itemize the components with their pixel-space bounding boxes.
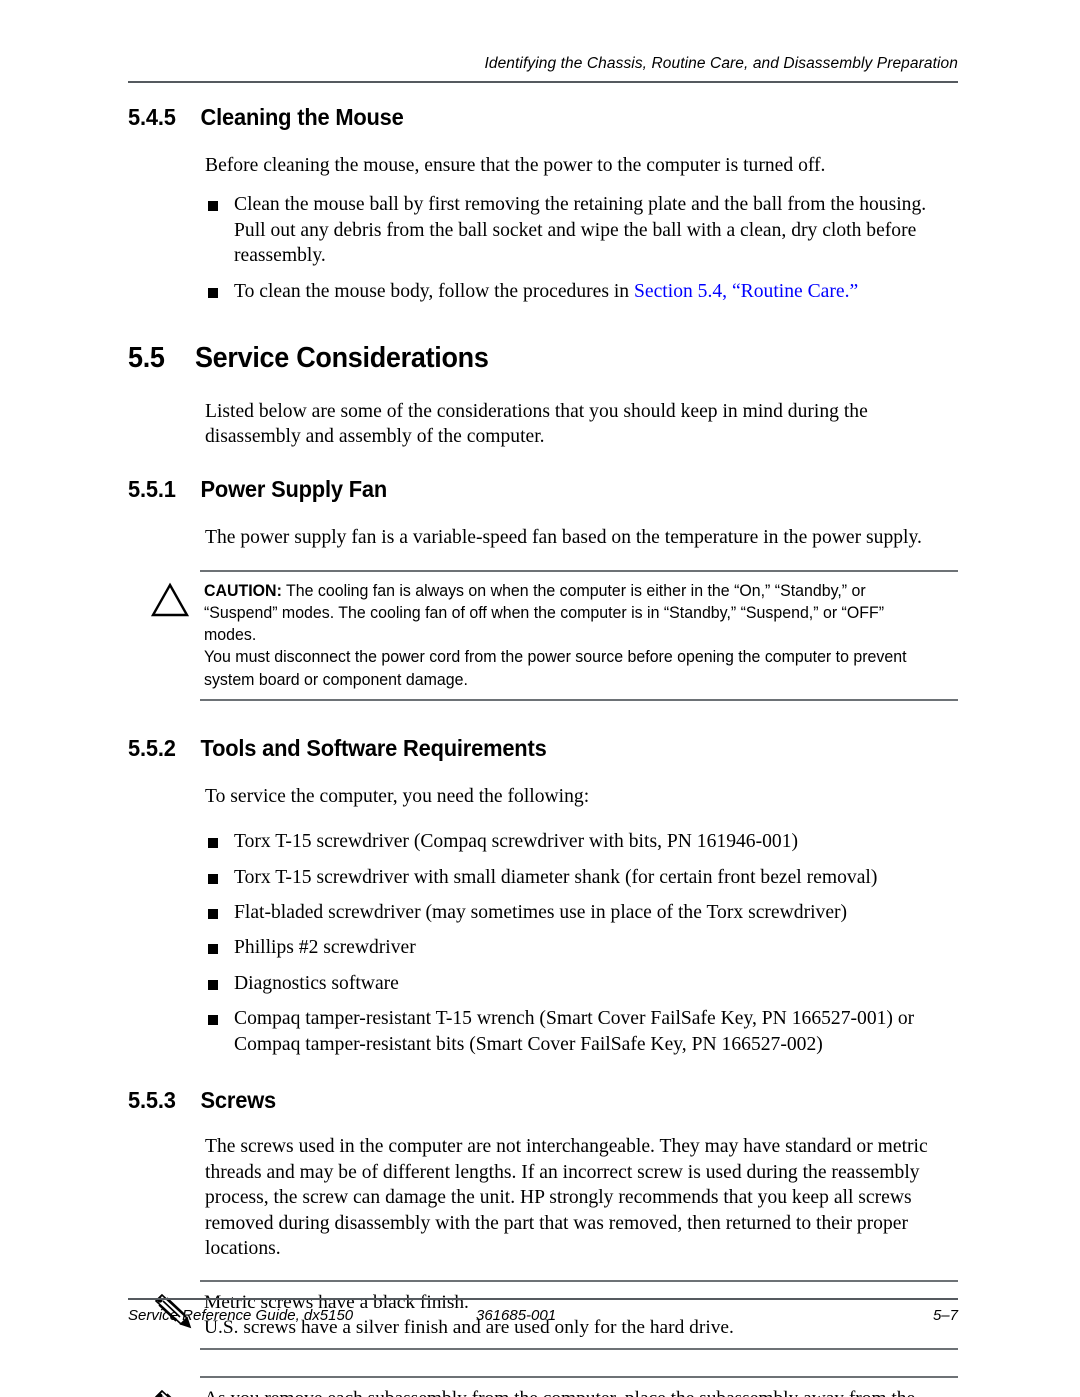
note-2-body: As you remove each subassembly from the … xyxy=(128,1378,958,1397)
page-content: 5.4.5 Cleaning the Mouse Before cleaning … xyxy=(128,104,958,1397)
paragraph-5-5-2-intro: To service the computer, you need the fo… xyxy=(205,785,590,807)
cross-reference-link[interactable]: Section 5.4, “Routine Care.” xyxy=(634,281,858,302)
list-item: Compaq tamper-resistant T-15 wrench (Sma… xyxy=(205,1006,958,1057)
note-2-text-block: As you remove each subassembly from the … xyxy=(204,1386,958,1397)
heading-5-5-1-title: Power Supply Fan xyxy=(200,475,388,502)
list-item: To clean the mouse body, follow the proc… xyxy=(205,279,958,304)
caution-text-block: CAUTION: The cooling fan is always on wh… xyxy=(204,580,928,690)
footer-guide-title: Service Reference Guide, dx5150 xyxy=(128,1307,354,1324)
note-2-text: As you remove each subassembly from the … xyxy=(204,1386,958,1397)
section-5-5-3-body: The screws used in the computer are not … xyxy=(205,1134,958,1261)
list-item: Phillips #2 screwdriver xyxy=(205,935,958,960)
caution-label: CAUTION: xyxy=(204,581,282,601)
heading-5-5-2: 5.5.2 Tools and Software Requirements xyxy=(128,735,900,762)
caution-paragraph-2: You must disconnect the power cord from … xyxy=(204,647,907,689)
heading-5-5-3-title: Screws xyxy=(200,1087,277,1114)
heading-5-5-3: 5.5.3 Screws xyxy=(128,1087,900,1114)
bullet-list-5-5-2: Torx T-15 screwdriver (Compaq screwdrive… xyxy=(205,829,958,1057)
heading-5-4-5-number: 5.4.5 xyxy=(128,104,176,130)
paragraph-5-5-1-intro: The power supply fan is a variable-speed… xyxy=(205,526,922,548)
warning-triangle-icon xyxy=(150,582,194,622)
heading-5-5: 5.5 Service Considerations xyxy=(128,342,900,374)
note-1-bottom-rule xyxy=(200,1348,958,1351)
pencil-note-icon xyxy=(150,1388,194,1397)
caution-paragraph-1: The cooling fan is always on when the co… xyxy=(204,581,885,645)
list-item: Clean the mouse ball by first removing t… xyxy=(205,192,958,268)
list-item-text: To clean the mouse body, follow the proc… xyxy=(234,280,635,302)
header-divider-rule xyxy=(128,81,958,83)
caution-notice: CAUTION: The cooling fan is always on wh… xyxy=(128,570,958,701)
heading-5-5-3-number: 5.5.3 xyxy=(128,1087,176,1114)
list-item: Flat-bladed screwdriver (may sometimes u… xyxy=(205,900,958,925)
heading-5-5-2-title: Tools and Software Requirements xyxy=(200,734,547,761)
heading-5-5-1-number: 5.5.1 xyxy=(128,475,176,502)
list-item: Torx T-15 screwdriver (Compaq screwdrive… xyxy=(205,829,958,854)
caution-bottom-rule xyxy=(200,698,958,701)
heading-5-4-5: 5.4.5 Cleaning the Mouse xyxy=(128,104,900,131)
page-footer: Service Reference Guide, dx5150 361685-0… xyxy=(128,1307,958,1331)
paragraph-5-5-3-intro: The screws used in the computer are not … xyxy=(205,1136,928,1260)
section-5-5-2-body: To service the computer, you need the fo… xyxy=(205,784,958,809)
list-item: Torx T-15 screwdriver with small diamete… xyxy=(205,865,958,890)
note-notice-2: As you remove each subassembly from the … xyxy=(128,1376,958,1397)
caution-body: CAUTION: The cooling fan is always on wh… xyxy=(128,572,958,698)
footer-divider-rule xyxy=(128,1298,958,1300)
paragraph-5-5-intro: Listed below are some of the considerati… xyxy=(205,400,868,448)
document-page: Identifying the Chassis, Routine Care, a… xyxy=(0,0,1080,1397)
section-5-5-body: Listed below are some of the considerati… xyxy=(205,399,958,450)
footer-page-number: 5–7 xyxy=(932,1307,958,1324)
section-5-4-5-body: Before cleaning the mouse, ensure that t… xyxy=(205,153,958,178)
heading-5-5-1: 5.5.1 Power Supply Fan xyxy=(128,476,900,503)
heading-5-4-5-title: Cleaning the Mouse xyxy=(200,104,404,130)
list-item: Diagnostics software xyxy=(205,971,958,996)
bullet-list-5-4-5: Clean the mouse ball by first removing t… xyxy=(205,192,958,304)
section-5-5-1-body: The power supply fan is a variable-speed… xyxy=(205,525,958,550)
heading-5-5-title: Service Considerations xyxy=(194,342,489,375)
footer-part-number: 361685-001 xyxy=(476,1307,557,1324)
running-header-title: Identifying the Chassis, Routine Care, a… xyxy=(484,55,958,72)
heading-5-5-number: 5.5 xyxy=(128,342,165,375)
heading-5-5-2-number: 5.5.2 xyxy=(128,734,176,761)
paragraph-5-4-5-intro: Before cleaning the mouse, ensure that t… xyxy=(205,155,826,177)
